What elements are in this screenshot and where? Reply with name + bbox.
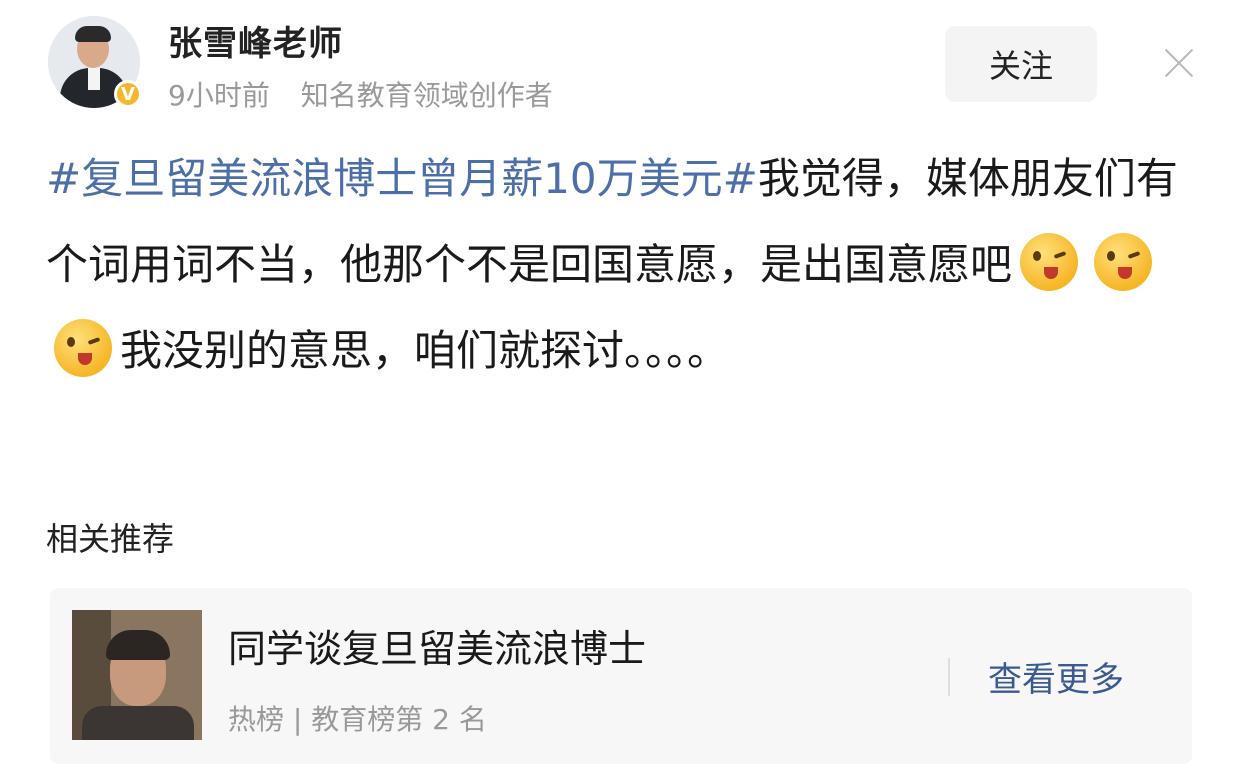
- wink-tongue-emoji: [54, 319, 112, 377]
- recommendation-card[interactable]: 同学谈复旦留美流浪博士 热榜 | 教育榜第 2 名 查看更多: [50, 588, 1192, 764]
- follow-button[interactable]: 关注: [945, 26, 1097, 102]
- post-time: 9小时前: [168, 79, 270, 112]
- verified-badge-icon: V: [114, 80, 142, 108]
- post-meta: 9小时前 知名教育领域创作者: [168, 74, 553, 114]
- view-more-link[interactable]: 查看更多: [988, 652, 1124, 701]
- recommendation-headline[interactable]: 同学谈复旦留美流浪博士: [228, 618, 646, 673]
- post-text-part2: 我没别的意思，咱们就探讨。。。。: [120, 326, 730, 375]
- divider: [948, 658, 950, 696]
- author-avatar[interactable]: V: [48, 16, 142, 108]
- recommendation-subtitle: 热榜 | 教育榜第 2 名: [228, 703, 487, 736]
- author-name[interactable]: 张雪峰老师: [168, 16, 343, 65]
- recommendation-section-title: 相关推荐: [46, 520, 175, 558]
- recommendation-thumbnail: [72, 610, 202, 740]
- wink-tongue-emoji: [1094, 233, 1153, 291]
- wink-tongue-emoji: [1020, 233, 1079, 291]
- close-icon[interactable]: [1162, 46, 1196, 80]
- post-body: #复旦留美流浪博士曾月薪10万美元#我觉得，媒体朋友们有个词用词不当，他那个不是…: [46, 136, 1206, 394]
- author-description: 知名教育领域创作者: [300, 79, 553, 112]
- post-hashtag[interactable]: #复旦留美流浪博士曾月薪10万美元#: [46, 154, 758, 203]
